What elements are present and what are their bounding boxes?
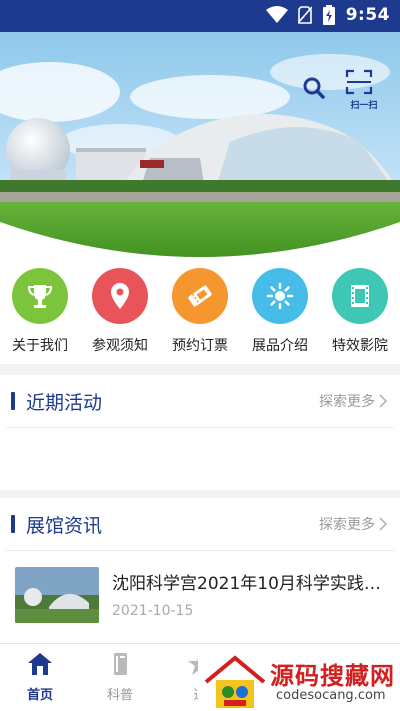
- home-icon: [28, 653, 52, 675]
- quick-icon-bg: [12, 268, 68, 324]
- quick-icon-bg: [332, 268, 388, 324]
- banner-image: [0, 32, 400, 258]
- book-icon: [114, 653, 127, 675]
- news-date: 2021-10-15: [112, 603, 194, 619]
- quick-icon-bg: [92, 268, 148, 324]
- more-label: 探索更多: [319, 394, 375, 410]
- news-more-link[interactable]: 探索更多: [319, 514, 388, 534]
- tab-label: 首页: [26, 688, 53, 703]
- status-bar: 9:54: [0, 0, 400, 32]
- section-accent-bar: [11, 392, 15, 410]
- scan-label: 扫一扫: [350, 101, 378, 111]
- quick-item-label: 关于我们: [12, 338, 68, 354]
- no-sim-icon: [297, 6, 312, 24]
- news-list-item[interactable]: 沈阳科学宫2021年10月科学实践活动 2021-10-15: [0, 551, 400, 639]
- wifi-icon: [265, 6, 288, 23]
- chevron-right-icon: [379, 517, 388, 531]
- header-banner: 扫一扫: [0, 32, 400, 258]
- quick-item-booking[interactable]: 预约订票: [160, 268, 240, 355]
- scan-icon: [345, 69, 373, 95]
- film-icon: [351, 285, 369, 307]
- watermark-url: codesocang.com: [276, 688, 386, 703]
- tab-label: 科普: [106, 688, 133, 703]
- quick-item-label: 展品介绍: [252, 338, 308, 354]
- location-pin-icon: [111, 283, 129, 309]
- quick-item-label: 特效影院: [332, 338, 388, 354]
- activities-section: 近期活动 探索更多: [0, 375, 400, 490]
- watermark-house-logo: [204, 655, 266, 708]
- section-header: 展馆资讯 探索更多: [0, 498, 400, 551]
- divider: [6, 427, 394, 428]
- tab-home[interactable]: 首页: [0, 652, 80, 703]
- watermark: 源码搜藏网 codesocang.com: [198, 652, 400, 711]
- news-title: 沈阳科学宫2021年10月科学实践活动: [112, 574, 386, 594]
- news-thumbnail: [15, 567, 99, 623]
- search-icon: [303, 77, 325, 99]
- scan-button[interactable]: 扫一扫: [344, 68, 384, 112]
- quick-item-visit-notice[interactable]: 参观须知: [80, 268, 160, 355]
- news-section: 展馆资讯 探索更多 沈阳科学宫2021年10月科学实践活动 2021-10-15: [0, 498, 400, 643]
- section-title: 近期活动: [26, 392, 103, 414]
- quick-item-exhibits[interactable]: 展品介绍: [240, 268, 320, 355]
- tab-science[interactable]: 科普: [80, 652, 160, 703]
- section-header: 近期活动 探索更多: [0, 375, 400, 428]
- activities-more-link[interactable]: 探索更多: [319, 391, 388, 411]
- quick-item-label: 参观须知: [92, 338, 148, 354]
- watermark-title: 源码搜藏网: [270, 662, 395, 690]
- quick-item-about-us[interactable]: 关于我们: [0, 268, 80, 355]
- status-time: 9:54: [345, 5, 390, 25]
- quick-menu: 关于我们 参观须知 预约订票 展品介绍 特效影院: [0, 258, 400, 364]
- section-accent-bar: [11, 515, 15, 533]
- more-label: 探索更多: [319, 517, 375, 533]
- trophy-icon: [27, 285, 53, 308]
- quick-icon-bg: [252, 268, 308, 324]
- section-title: 展馆资讯: [26, 515, 103, 537]
- chevron-right-icon: [379, 394, 388, 408]
- ticket-icon: [188, 285, 212, 307]
- search-button[interactable]: [300, 74, 328, 102]
- quick-item-label: 预约订票: [172, 338, 228, 354]
- quick-icon-bg: [172, 268, 228, 324]
- sun-icon: [266, 282, 294, 310]
- quick-item-cinema[interactable]: 特效影院: [320, 268, 400, 355]
- battery-icon: [322, 5, 335, 25]
